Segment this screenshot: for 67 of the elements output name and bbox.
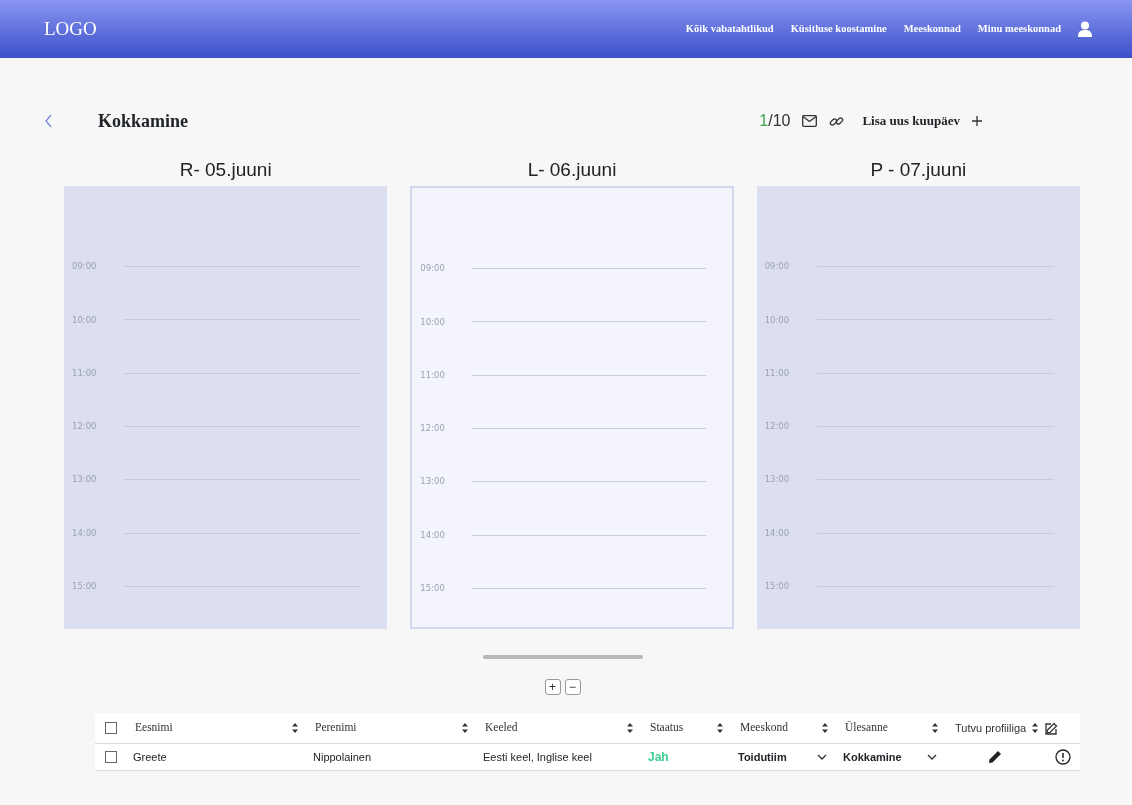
page-counter: 1/10 [759, 111, 791, 131]
sort-icon[interactable] [291, 722, 299, 734]
time-label: 14:00 [72, 526, 98, 540]
day-heading: R- 05.juuni [178, 158, 273, 182]
time-label: 15:00 [764, 580, 791, 593]
time-label: 12:00 [764, 420, 791, 433]
column-header: Ülesanne [845, 720, 888, 736]
plus-icon[interactable] [972, 116, 982, 126]
time-label: 13:00 [420, 475, 446, 489]
chevron-down-icon [817, 754, 827, 760]
time-label: 09:00 [764, 260, 791, 273]
time-label: 15:00 [420, 582, 446, 595]
sort-icon[interactable] [626, 722, 634, 734]
chevron-down-icon [927, 754, 937, 760]
column-header: Eesnimi [135, 720, 173, 736]
add-date-link[interactable]: Lisa uus kuupäev [862, 111, 960, 131]
sort-icon[interactable] [461, 722, 469, 734]
table-cell-text: Nippolainen [312, 749, 373, 765]
day-column[interactable]: 09:00 10:00 11:00 12:00 13:00 14:00 15:00 [410, 186, 734, 629]
time-label: 12:00 [72, 420, 98, 433]
column-header: Keeled [485, 720, 518, 736]
mail-icon[interactable] [802, 115, 818, 127]
logo[interactable]: LOGO [44, 14, 97, 44]
column-header: Staatus [650, 720, 684, 736]
nav-link[interactable]: Meeskonnad [903, 21, 961, 37]
zoom-in-button[interactable]: + [544, 679, 561, 695]
column-header: Meeskond [740, 720, 788, 736]
checkbox[interactable] [105, 751, 117, 763]
column-header: Perenimi [315, 720, 357, 736]
nav-link[interactable]: Kõik vabatahtlikud [685, 21, 774, 37]
sort-icon[interactable] [821, 722, 829, 734]
zoom-out-button[interactable]: − [564, 679, 581, 695]
sort-icon[interactable] [1031, 722, 1039, 734]
time-label: 13:00 [72, 473, 98, 487]
time-label: 10:00 [72, 313, 98, 327]
nav-link[interactable]: Minu meeskonnad [977, 21, 1061, 37]
time-label: 11:00 [72, 366, 98, 380]
dropdown[interactable]: Toidutiim [730, 748, 835, 766]
time-label: 10:00 [764, 313, 791, 327]
user-icon[interactable] [1078, 21, 1092, 37]
time-label: 12:00 [420, 422, 446, 435]
scrollbar[interactable] [482, 655, 643, 659]
day-heading: L- 06.juuni [526, 158, 618, 182]
checkbox[interactable] [105, 722, 117, 734]
time-label: 09:00 [420, 262, 446, 275]
table-cell-text: Eesti keel, Inglise keel [482, 749, 593, 765]
alert-icon[interactable] [1054, 749, 1071, 765]
column-header: Tutvu profiiliga [955, 720, 1027, 736]
time-label: 14:00 [764, 526, 791, 540]
time-label: 11:00 [420, 368, 446, 382]
page-title: Kokkamine [98, 109, 189, 133]
edit-icon[interactable] [1045, 721, 1058, 735]
time-label: 15:00 [72, 580, 98, 593]
sort-icon[interactable] [716, 722, 724, 734]
sort-icon[interactable] [931, 722, 939, 734]
nav-link[interactable]: Küsitluse koostamine [790, 21, 887, 37]
time-label: 09:00 [72, 260, 98, 273]
time-label: 14:00 [420, 528, 446, 542]
time-label: 11:00 [764, 366, 791, 380]
pencil-icon[interactable] [988, 750, 1002, 764]
day-heading: P - 07.juuni [869, 158, 968, 182]
time-label: 13:00 [764, 473, 791, 487]
dropdown[interactable]: Kokkamine [835, 748, 945, 766]
table-cell-text: Greete [132, 749, 168, 765]
time-label: 10:00 [420, 315, 446, 329]
back-icon[interactable] [44, 114, 54, 128]
status-text: Jah [647, 749, 670, 766]
